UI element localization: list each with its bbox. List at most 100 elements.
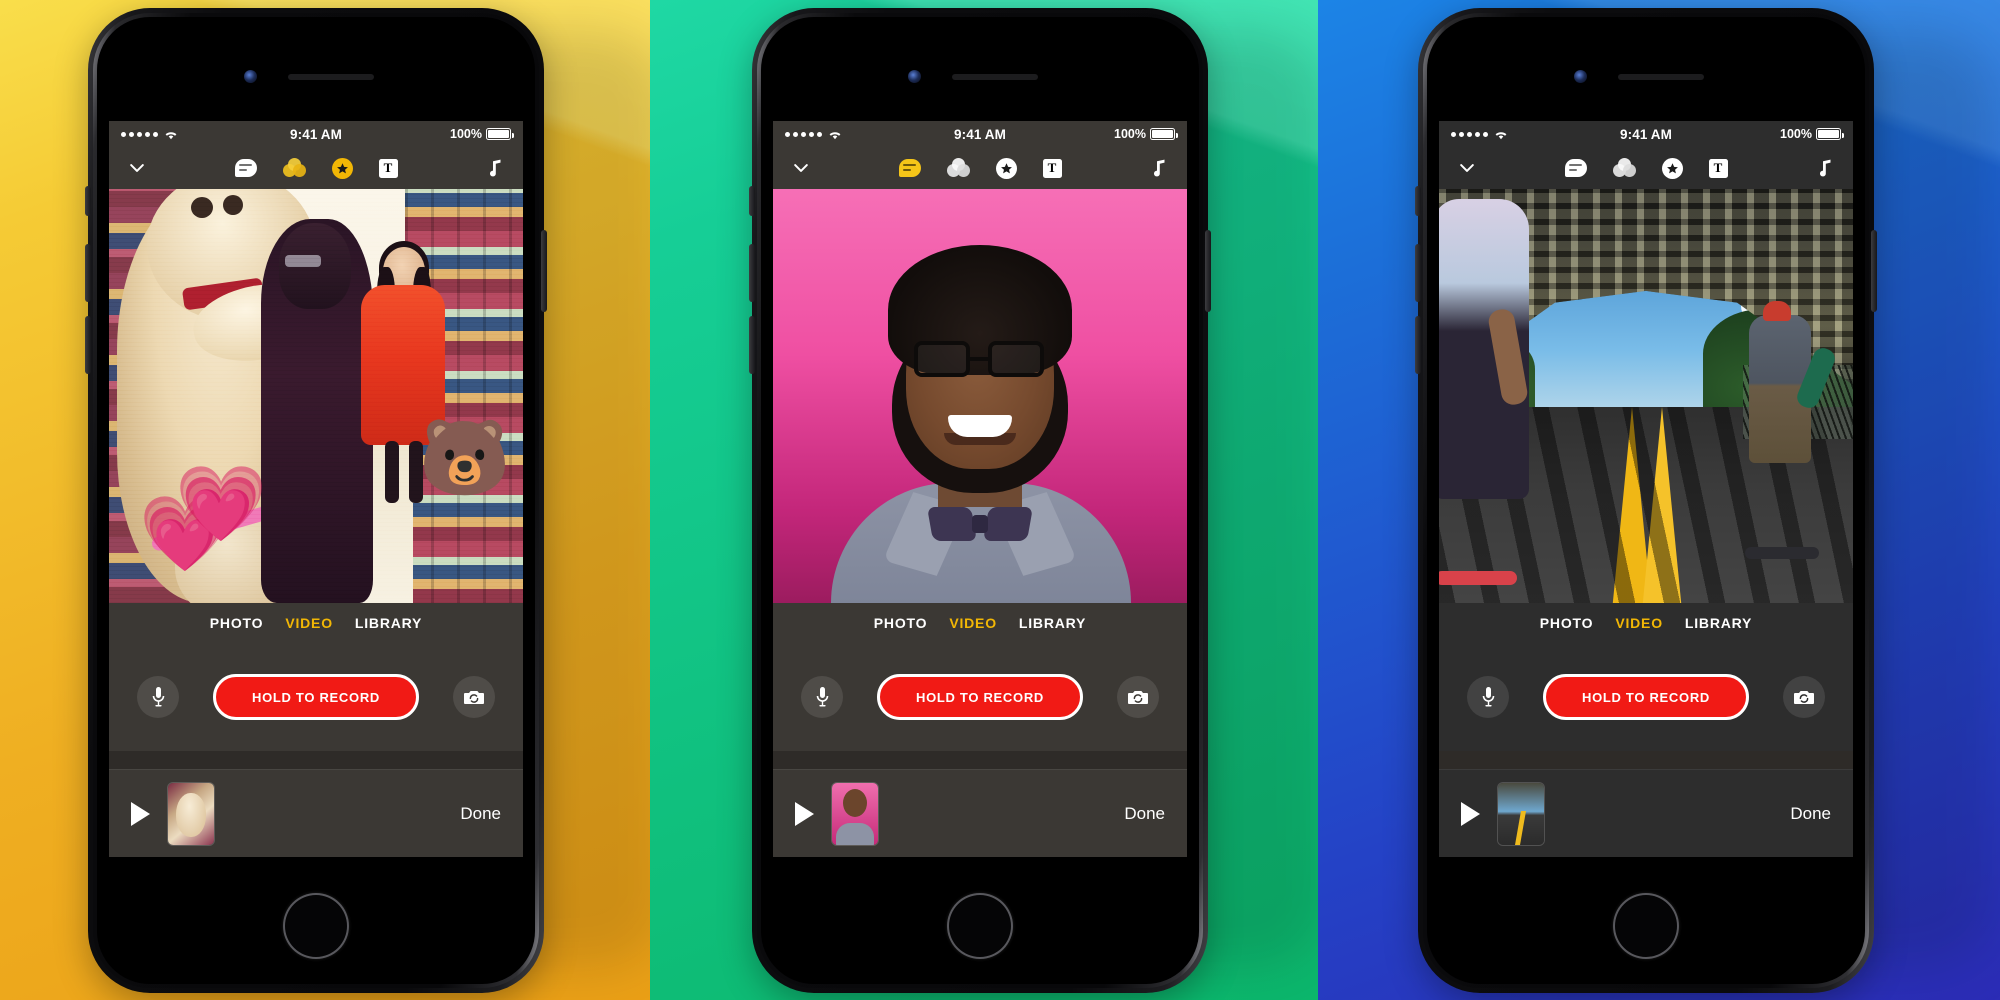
battery-percent: 100% <box>1114 127 1146 141</box>
camera-flip-icon[interactable] <box>453 676 495 718</box>
home-button[interactable] <box>283 893 349 959</box>
filters-icon[interactable] <box>282 158 306 178</box>
camera-flip-icon[interactable] <box>1117 676 1159 718</box>
mute-switch[interactable] <box>85 186 91 216</box>
tab-library[interactable]: LIBRARY <box>355 615 422 631</box>
editing-toolbar: T <box>1439 147 1853 189</box>
hold-to-record-button[interactable]: HOLD TO RECORD <box>1543 674 1749 720</box>
tab-library[interactable]: LIBRARY <box>1019 615 1086 631</box>
star-icon[interactable] <box>995 157 1017 179</box>
battery-area: 100% <box>1780 127 1844 141</box>
star-icon[interactable] <box>331 157 353 179</box>
screen-3: 9:41 AM 100% T PHOTO VIDEO LIBRARY HOLD … <box>1439 121 1853 857</box>
camera-flip-icon[interactable] <box>1783 676 1825 718</box>
video-preview-2[interactable] <box>773 189 1187 603</box>
volume-down-button[interactable] <box>749 316 755 374</box>
panel-blue: 9:41 AM 100% T PHOTO VIDEO LIBRARY HOLD … <box>1318 0 2000 1000</box>
home-button[interactable] <box>947 893 1013 959</box>
clip-thumbnail[interactable] <box>832 782 878 845</box>
done-button[interactable]: Done <box>1790 804 1831 824</box>
clip-timeline-bar: Done <box>773 769 1187 857</box>
volume-down-button[interactable] <box>1415 316 1421 374</box>
bear-face-sticker[interactable]: 🐻 <box>419 421 511 495</box>
chevron-down-icon[interactable] <box>1457 158 1477 178</box>
tab-photo[interactable]: PHOTO <box>210 615 264 631</box>
volume-up-button[interactable] <box>749 244 755 302</box>
speech-bubble-icon[interactable] <box>1564 159 1587 177</box>
clip-timeline-bar: Done <box>109 769 523 857</box>
battery-percent: 100% <box>450 127 482 141</box>
earpiece-speaker <box>952 74 1038 80</box>
music-note-icon[interactable] <box>487 158 503 178</box>
text-T-icon[interactable]: T <box>1042 158 1062 178</box>
clip-thumbnail[interactable] <box>168 782 214 845</box>
editing-toolbar: T <box>109 147 523 189</box>
tab-video[interactable]: VIDEO <box>1615 615 1663 631</box>
done-button[interactable]: Done <box>460 804 501 824</box>
tab-photo[interactable]: PHOTO <box>1540 615 1594 631</box>
music-note-icon[interactable] <box>1151 158 1167 178</box>
preview-artwork <box>1439 189 1853 603</box>
volume-up-button[interactable] <box>85 244 91 302</box>
home-button[interactable] <box>1613 893 1679 959</box>
text-T-icon[interactable]: T <box>1708 158 1728 178</box>
capture-mode-tabs: PHOTO VIDEO LIBRARY <box>1439 603 1853 643</box>
clip-timeline-bar: Done <box>1439 769 1853 857</box>
battery-area: 100% <box>1114 127 1178 141</box>
three-phone-showcase: 9:41 AM 100% T 🐻 💗 💗 PHOTO VIDEO LIBRARY… <box>0 0 2000 1000</box>
mute-switch[interactable] <box>1415 186 1421 216</box>
filters-icon[interactable] <box>946 158 970 178</box>
earpiece-speaker <box>1618 74 1704 80</box>
clip-thumbnail[interactable] <box>1498 782 1544 845</box>
tab-photo[interactable]: PHOTO <box>874 615 928 631</box>
panel-yellow: 9:41 AM 100% T 🐻 💗 💗 PHOTO VIDEO LIBRARY… <box>0 0 650 1000</box>
video-preview-3[interactable] <box>1439 189 1853 603</box>
power-button[interactable] <box>1871 230 1877 312</box>
battery-icon <box>486 128 514 140</box>
play-icon[interactable] <box>795 801 814 826</box>
screen-1: 9:41 AM 100% T 🐻 💗 💗 PHOTO VIDEO LIBRARY… <box>109 121 523 857</box>
tab-video[interactable]: VIDEO <box>949 615 997 631</box>
play-icon[interactable] <box>131 801 150 826</box>
earpiece-speaker <box>288 74 374 80</box>
front-camera-icon <box>908 70 921 83</box>
battery-icon <box>1150 128 1178 140</box>
star-icon[interactable] <box>1661 157 1683 179</box>
status-bar: 9:41 AM 100% <box>773 121 1187 147</box>
preview-artwork <box>773 189 1187 603</box>
battery-area: 100% <box>450 127 514 141</box>
play-icon[interactable] <box>1461 801 1480 826</box>
battery-icon <box>1816 128 1844 140</box>
filters-icon[interactable] <box>1612 158 1636 178</box>
volume-down-button[interactable] <box>85 316 91 374</box>
microphone-icon[interactable] <box>137 676 179 718</box>
speech-bubble-icon[interactable] <box>234 159 257 177</box>
screen-2: 9:41 AM 100% T PHOTO VIDEO LIBRARY HOLD … <box>773 121 1187 857</box>
volume-up-button[interactable] <box>1415 244 1421 302</box>
power-button[interactable] <box>1205 230 1211 312</box>
hold-to-record-button[interactable]: HOLD TO RECORD <box>213 674 419 720</box>
front-camera-icon <box>244 70 257 83</box>
capture-mode-tabs: PHOTO VIDEO LIBRARY <box>773 603 1187 643</box>
iphone-device-3: 9:41 AM 100% T PHOTO VIDEO LIBRARY HOLD … <box>1415 8 1877 993</box>
music-note-icon[interactable] <box>1817 158 1833 178</box>
tab-library[interactable]: LIBRARY <box>1685 615 1752 631</box>
iphone-device-2: 9:41 AM 100% T PHOTO VIDEO LIBRARY HOLD … <box>749 8 1211 993</box>
record-controls: HOLD TO RECORD <box>109 643 523 751</box>
microphone-icon[interactable] <box>1467 676 1509 718</box>
mute-switch[interactable] <box>749 186 755 216</box>
status-bar: 9:41 AM 100% <box>1439 121 1853 147</box>
hold-to-record-button[interactable]: HOLD TO RECORD <box>877 674 1083 720</box>
power-button[interactable] <box>541 230 547 312</box>
status-bar: 9:41 AM 100% <box>109 121 523 147</box>
chevron-down-icon[interactable] <box>791 158 811 178</box>
tab-video[interactable]: VIDEO <box>285 615 333 631</box>
text-T-icon[interactable]: T <box>378 158 398 178</box>
speech-bubble-icon[interactable] <box>898 159 921 177</box>
record-controls: HOLD TO RECORD <box>1439 643 1853 751</box>
microphone-icon[interactable] <box>801 676 843 718</box>
two-hearts-sticker[interactable]: 💗 <box>175 467 267 541</box>
chevron-down-icon[interactable] <box>127 158 147 178</box>
done-button[interactable]: Done <box>1124 804 1165 824</box>
video-preview-1[interactable]: 🐻 💗 💗 <box>109 189 523 603</box>
